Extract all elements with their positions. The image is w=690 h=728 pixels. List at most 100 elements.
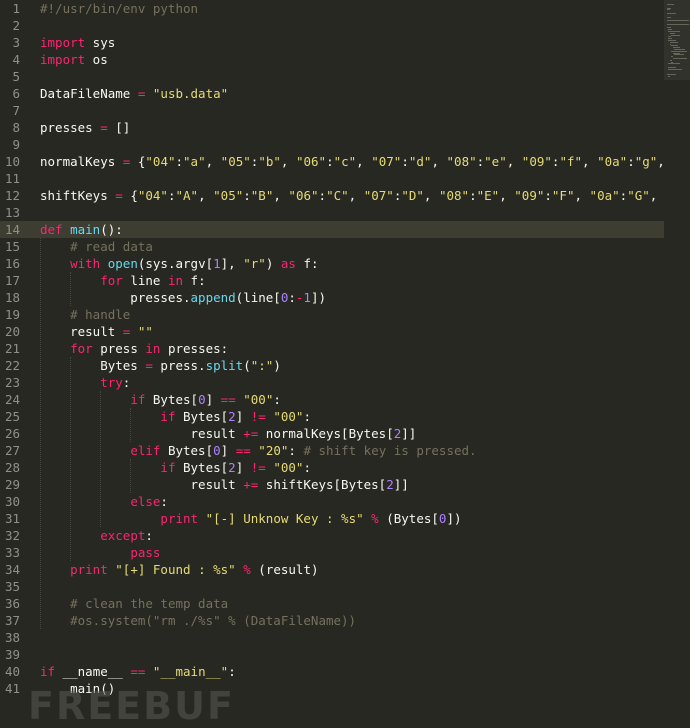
code-line[interactable]: 37 #os.system("rm ./%s" % (DataFileName)… (0, 612, 664, 629)
code-text[interactable]: shiftKeys = {"04":"A", "05":"B", "06":"C… (40, 187, 657, 204)
code-line[interactable]: 3 import sys (0, 34, 664, 51)
code-text[interactable]: presses = [] (40, 119, 130, 136)
indent-guide (100, 391, 101, 527)
code-line[interactable]: 9 (0, 136, 664, 153)
line-number: 22 (4, 358, 20, 373)
code-text[interactable]: # read data (40, 238, 153, 255)
code-line[interactable]: 38 (0, 629, 664, 646)
line-number: 17 (4, 273, 20, 288)
code-text[interactable]: #os.system("rm ./%s" % (DataFileName)) (40, 612, 356, 629)
line-number: 11 (4, 171, 20, 186)
line-number: 36 (4, 596, 20, 611)
code-line[interactable]: 1 #!/usr/bin/env python (0, 0, 664, 17)
code-line[interactable]: 15 # read data (0, 238, 664, 255)
code-line[interactable]: 4 import os (0, 51, 664, 68)
code-text[interactable]: elif Bytes[0] == "20": # shift key is pr… (40, 442, 476, 459)
code-line[interactable]: 18 presses.append(line[0:-1]) (0, 289, 664, 306)
line-number: 15 (4, 239, 20, 254)
code-text[interactable]: DataFileName = "usb.data" (40, 85, 228, 102)
code-line[interactable]: 14 def main(): (0, 221, 664, 238)
code-text[interactable]: # clean the temp data (40, 595, 228, 612)
indent-guide (130, 408, 131, 442)
code-text[interactable]: if Bytes[2] != "00": (40, 459, 311, 476)
code-line[interactable]: 13 (0, 204, 664, 221)
code-line[interactable]: 35 (0, 578, 664, 595)
code-line[interactable]: 33 pass (0, 544, 664, 561)
code-text[interactable]: presses.append(line[0:-1]) (40, 289, 326, 306)
line-number: 24 (4, 392, 20, 407)
line-number: 16 (4, 256, 20, 271)
minimap-viewport[interactable] (664, 0, 690, 80)
code-area[interactable]: 1 #!/usr/bin/env python 2 3 import sys 4 impor… (0, 0, 664, 728)
code-text[interactable]: # handle (40, 306, 130, 323)
code-text[interactable]: else: (40, 493, 168, 510)
code-text[interactable]: import os (40, 51, 108, 68)
code-text[interactable]: for press in presses: (40, 340, 228, 357)
code-line[interactable]: 12 shiftKeys = {"04":"A", "05":"B", "06":… (0, 187, 664, 204)
line-number: 10 (4, 154, 20, 169)
code-text[interactable]: Bytes = press.split(":") (40, 357, 281, 374)
code-text[interactable]: if Bytes[2] != "00": (40, 408, 311, 425)
line-number: 20 (4, 324, 20, 339)
line-number: 4 (12, 52, 20, 67)
code-text[interactable]: try: (40, 374, 130, 391)
line-number: 33 (4, 545, 20, 560)
line-number: 27 (4, 443, 20, 458)
code-text[interactable]: normalKeys = {"04":"a", "05":"b", "06":"… (40, 153, 664, 170)
code-text[interactable]: def main(): (40, 221, 123, 238)
indent-guide (40, 238, 41, 629)
code-line[interactable]: 21 for press in presses: (0, 340, 664, 357)
line-number: 25 (4, 409, 20, 424)
line-number: 2 (12, 18, 20, 33)
line-number: 40 (4, 664, 20, 679)
line-number: 31 (4, 511, 20, 526)
line-number: 1 (12, 1, 20, 16)
indent-guide (130, 459, 131, 493)
code-text[interactable]: result += shiftKeys[Bytes[2]] (40, 476, 409, 493)
line-number: 9 (12, 137, 20, 152)
code-line[interactable]: 6 DataFileName = "usb.data" (0, 85, 664, 102)
code-line[interactable]: 22 Bytes = press.split(":") (0, 357, 664, 374)
code-line[interactable]: 19 # handle (0, 306, 664, 323)
watermark-logo: FREEBUF (28, 684, 235, 728)
line-number: 29 (4, 477, 20, 492)
code-line[interactable]: 20 result = "" (0, 323, 664, 340)
line-number: 23 (4, 375, 20, 390)
code-line[interactable]: 2 (0, 17, 664, 34)
code-line[interactable]: 5 (0, 68, 664, 85)
code-line[interactable]: 32 except: (0, 527, 664, 544)
code-line[interactable]: 39 (0, 646, 664, 663)
code-text[interactable]: pass (40, 544, 160, 561)
code-line[interactable]: 10 normalKeys = {"04":"a", "05":"b", "06"… (0, 153, 664, 170)
line-number: 3 (12, 35, 20, 50)
line-number: 34 (4, 562, 20, 577)
code-line[interactable]: 16 with open(sys.argv[1], "r") as f: (0, 255, 664, 272)
code-line[interactable]: 34 print "[+] Found : %s" % (result) (0, 561, 664, 578)
code-text[interactable]: #!/usr/bin/env python (40, 0, 198, 17)
line-number: 7 (12, 103, 20, 118)
line-number: 18 (4, 290, 20, 305)
code-text[interactable]: for line in f: (40, 272, 205, 289)
code-text[interactable]: import sys (40, 34, 115, 51)
code-line[interactable]: 36 # clean the temp data (0, 595, 664, 612)
code-text[interactable]: with open(sys.argv[1], "r") as f: (40, 255, 318, 272)
minimap[interactable] (664, 0, 690, 728)
code-text[interactable]: result += normalKeys[Bytes[2]] (40, 425, 417, 442)
line-number: 13 (4, 205, 20, 220)
code-line[interactable]: 17 for line in f: (0, 272, 664, 289)
line-number: 35 (4, 579, 20, 594)
code-text[interactable]: if Bytes[0] == "00": (40, 391, 281, 408)
code-line[interactable]: 23 try: (0, 374, 664, 391)
code-text[interactable]: result = "" (40, 323, 153, 340)
code-editor[interactable]: 1 #!/usr/bin/env python 2 3 import sys 4 impor… (0, 0, 690, 728)
code-line[interactable]: 40 if __name__ == "__main__": (0, 663, 664, 680)
code-text[interactable]: except: (40, 527, 153, 544)
code-text[interactable]: if __name__ == "__main__": (40, 663, 236, 680)
code-text[interactable]: print "[-] Unknow Key : %s" % (Bytes[0]) (40, 510, 461, 527)
code-text[interactable]: print "[+] Found : %s" % (result) (40, 561, 318, 578)
code-line[interactable]: 11 (0, 170, 664, 187)
code-line[interactable]: 7 (0, 102, 664, 119)
code-line[interactable]: 8 presses = [] (0, 119, 664, 136)
line-number: 32 (4, 528, 20, 543)
line-number: 14 (4, 222, 20, 237)
